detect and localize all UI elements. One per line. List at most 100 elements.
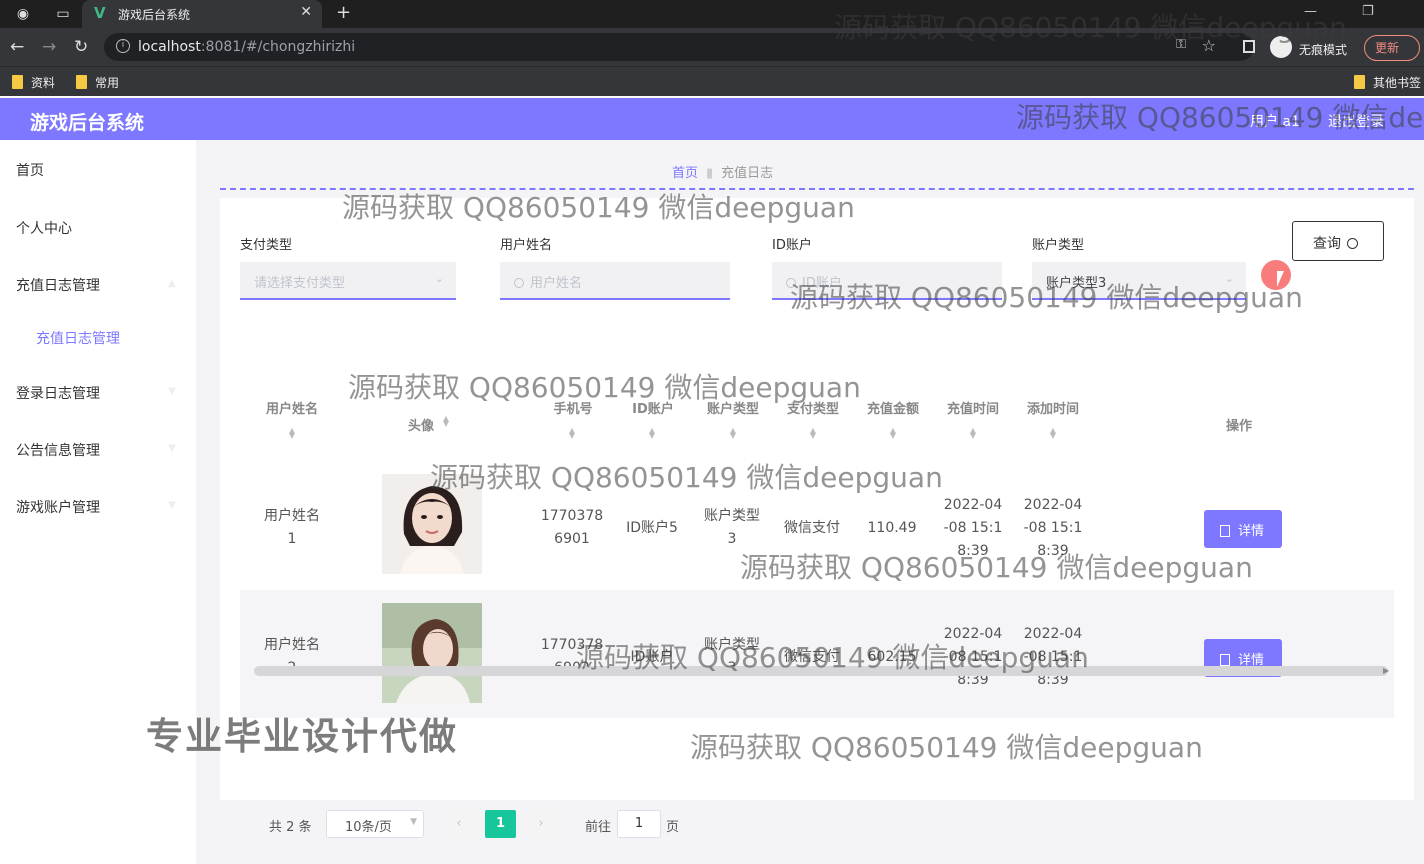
sidebar-item-game-accounts[interactable]: 游戏账户管理 bbox=[16, 497, 100, 517]
table-cell-charge-time: 2022-04 -08 15:1 8:39 bbox=[943, 497, 1003, 559]
table-cell-amount: 110.49 bbox=[867, 520, 917, 536]
goto-page-input[interactable]: 1 bbox=[617, 810, 661, 838]
scroll-right-icon[interactable]: ▶ bbox=[1383, 666, 1389, 675]
column-header[interactable]: ID账户 bbox=[625, 398, 681, 417]
chevron-down-icon: ▼ bbox=[168, 386, 176, 397]
sidebar-item-home[interactable]: 首页 bbox=[16, 160, 44, 180]
query-button[interactable]: 查询 bbox=[1292, 221, 1384, 261]
column-header[interactable]: 充值金额 bbox=[864, 398, 922, 417]
column-header[interactable]: 账户类型 bbox=[704, 398, 762, 417]
dashed-divider bbox=[220, 188, 1414, 190]
search-icon bbox=[1347, 238, 1358, 249]
chevron-down-icon: ▼ bbox=[168, 443, 176, 454]
sort-icon[interactable]: ▲ ▼ bbox=[647, 427, 657, 440]
table-cell-phone: 1770378 6901 bbox=[540, 508, 604, 547]
maximize-icon[interactable]: ❐ bbox=[1362, 4, 1374, 19]
logout-link[interactable]: 退出登录 bbox=[1328, 111, 1384, 131]
table-cell-name: 用户姓名 1 bbox=[264, 508, 320, 547]
table-cell-add-time: 2022-04 -08 15:1 8:39 bbox=[1023, 626, 1083, 688]
avatar bbox=[382, 603, 482, 703]
sidebar-subitem-recharge-log[interactable]: 充值日志管理 bbox=[36, 328, 120, 348]
search-icon bbox=[514, 278, 524, 288]
breadcrumb-separator-icon: ▮ bbox=[706, 166, 714, 181]
table-cell-charge-time: 2022-04 -08 15:1 8:39 bbox=[943, 626, 1003, 688]
column-header[interactable]: 用户姓名 bbox=[264, 398, 320, 417]
bookmark-folder[interactable]: 资料 bbox=[12, 74, 55, 91]
prev-page-button[interactable]: ‹ bbox=[444, 810, 474, 838]
sort-icon[interactable]: ▲ ▼ bbox=[968, 427, 978, 440]
detail-button[interactable]: 详情 bbox=[1204, 510, 1282, 548]
back-icon[interactable]: ← bbox=[10, 37, 24, 57]
column-header: 操作 bbox=[1225, 419, 1252, 434]
search-icon bbox=[786, 278, 796, 288]
address-bar-row: ← → ↻ i localhost:8081/#/chongzhirizhi ⚿… bbox=[0, 28, 1424, 66]
table-horizontal-scrollbar[interactable] bbox=[254, 666, 1388, 676]
close-tab-icon[interactable]: ✕ bbox=[300, 4, 312, 20]
pay-type-select[interactable]: 请选择支付类型 ⌄ bbox=[240, 262, 456, 300]
sort-icon[interactable]: ▲ ▼ bbox=[728, 427, 738, 440]
sidebar-item-profile[interactable]: 个人中心 bbox=[16, 218, 72, 238]
bookmark-star-icon[interactable]: ☆ bbox=[1202, 36, 1216, 55]
sort-icon[interactable]: ▲ ▼ bbox=[888, 427, 898, 440]
reload-icon[interactable]: ↻ bbox=[74, 37, 88, 57]
watermark-large: 专业毕业设计代做 bbox=[146, 715, 458, 758]
browser-tab-bar: ◉ ▭ V 游戏后台系统 ✕ + — ❐ bbox=[0, 0, 1424, 28]
account-type-label: 账户类型 bbox=[1032, 238, 1085, 253]
chevron-down-icon: ⌄ bbox=[434, 272, 444, 285]
browser-tab[interactable]: V 游戏后台系统 ✕ bbox=[82, 0, 322, 28]
document-icon bbox=[1220, 525, 1230, 537]
browser-menu-icon[interactable]: ◉ bbox=[14, 5, 32, 23]
user-name-label: 用户姓名 bbox=[500, 238, 553, 253]
update-button[interactable]: 更新 bbox=[1364, 35, 1420, 61]
sort-icon[interactable]: ▲ ▼ bbox=[1048, 427, 1058, 440]
bookmark-folder[interactable]: 常用 bbox=[76, 74, 119, 91]
page-size-select[interactable]: 10条/页 ▼ bbox=[326, 810, 424, 838]
site-info-icon[interactable]: i bbox=[116, 39, 130, 53]
bookmarks-bar: 资料 常用 其他书签 bbox=[0, 66, 1424, 96]
side-panel-icon[interactable] bbox=[1243, 40, 1255, 53]
minimize-icon[interactable]: — bbox=[1304, 4, 1317, 19]
sidebar-item-login-log[interactable]: 登录日志管理 bbox=[16, 383, 100, 403]
table-cell-account-type: 账户类型3 bbox=[704, 508, 760, 547]
other-bookmarks[interactable]: 其他书签 bbox=[1354, 74, 1421, 91]
tab-title: 游戏后台系统 bbox=[118, 8, 191, 22]
new-tab-icon[interactable]: + bbox=[336, 2, 351, 23]
sort-icon[interactable]: ▲ ▼ bbox=[808, 427, 818, 440]
cursor-highlight bbox=[1261, 260, 1291, 290]
incognito-label: 无痕模式 bbox=[1299, 43, 1348, 57]
sidebar-item-announcements[interactable]: 公告信息管理 bbox=[16, 440, 100, 460]
breadcrumb: 首页 ▮ 充值日志 bbox=[672, 162, 773, 181]
sort-icon[interactable]: ▲ ▼ bbox=[567, 427, 577, 440]
column-header[interactable]: 头像 bbox=[406, 415, 436, 434]
current-user: 用户 a1 bbox=[1250, 114, 1300, 130]
chevron-down-icon: ▼ bbox=[168, 500, 176, 511]
sort-icon[interactable]: ▲ ▼ bbox=[287, 427, 297, 440]
table-cell-add-time: 2022-04 -08 15:1 8:39 bbox=[1023, 497, 1083, 559]
pagination-total: 共 2 条 bbox=[269, 820, 312, 835]
id-account-input[interactable]: ID账户 bbox=[772, 262, 1002, 300]
chevron-down-icon: ⌄ bbox=[1224, 272, 1234, 285]
app-title: 游戏后台系统 bbox=[30, 112, 145, 134]
tab-search-icon[interactable]: ▭ bbox=[54, 5, 72, 23]
chevron-down-icon: ▼ bbox=[410, 817, 417, 827]
column-header[interactable]: 支付类型 bbox=[784, 398, 842, 417]
next-page-button[interactable]: › bbox=[526, 810, 556, 838]
column-header[interactable]: 添加时间 bbox=[1024, 398, 1082, 417]
incognito-icon bbox=[1270, 36, 1292, 58]
avatar bbox=[382, 474, 482, 574]
sidebar-item-recharge-log[interactable]: 充值日志管理 bbox=[16, 275, 100, 295]
column-header[interactable]: 手机号 bbox=[545, 398, 601, 417]
folder-icon bbox=[12, 75, 23, 89]
forward-icon[interactable]: → bbox=[42, 37, 56, 57]
column-header[interactable]: 充值时间 bbox=[944, 398, 1002, 417]
url-bar[interactable]: i localhost:8081/#/chongzhirizhi ⚿ ☆ bbox=[104, 33, 1254, 61]
table-cell-id-account: ID账户5 bbox=[626, 520, 678, 536]
user-name-input[interactable]: 用户姓名 bbox=[500, 262, 730, 300]
password-key-icon[interactable]: ⚿ bbox=[1176, 37, 1186, 52]
breadcrumb-home[interactable]: 首页 bbox=[672, 166, 698, 181]
pay-type-label: 支付类型 bbox=[240, 238, 293, 253]
account-type-select[interactable]: 账户类型3 ⌄ bbox=[1032, 262, 1246, 300]
folder-icon bbox=[76, 75, 87, 89]
page-number-current[interactable]: 1 bbox=[485, 810, 516, 838]
sort-icon[interactable]: ▲ ▼ bbox=[441, 415, 451, 428]
